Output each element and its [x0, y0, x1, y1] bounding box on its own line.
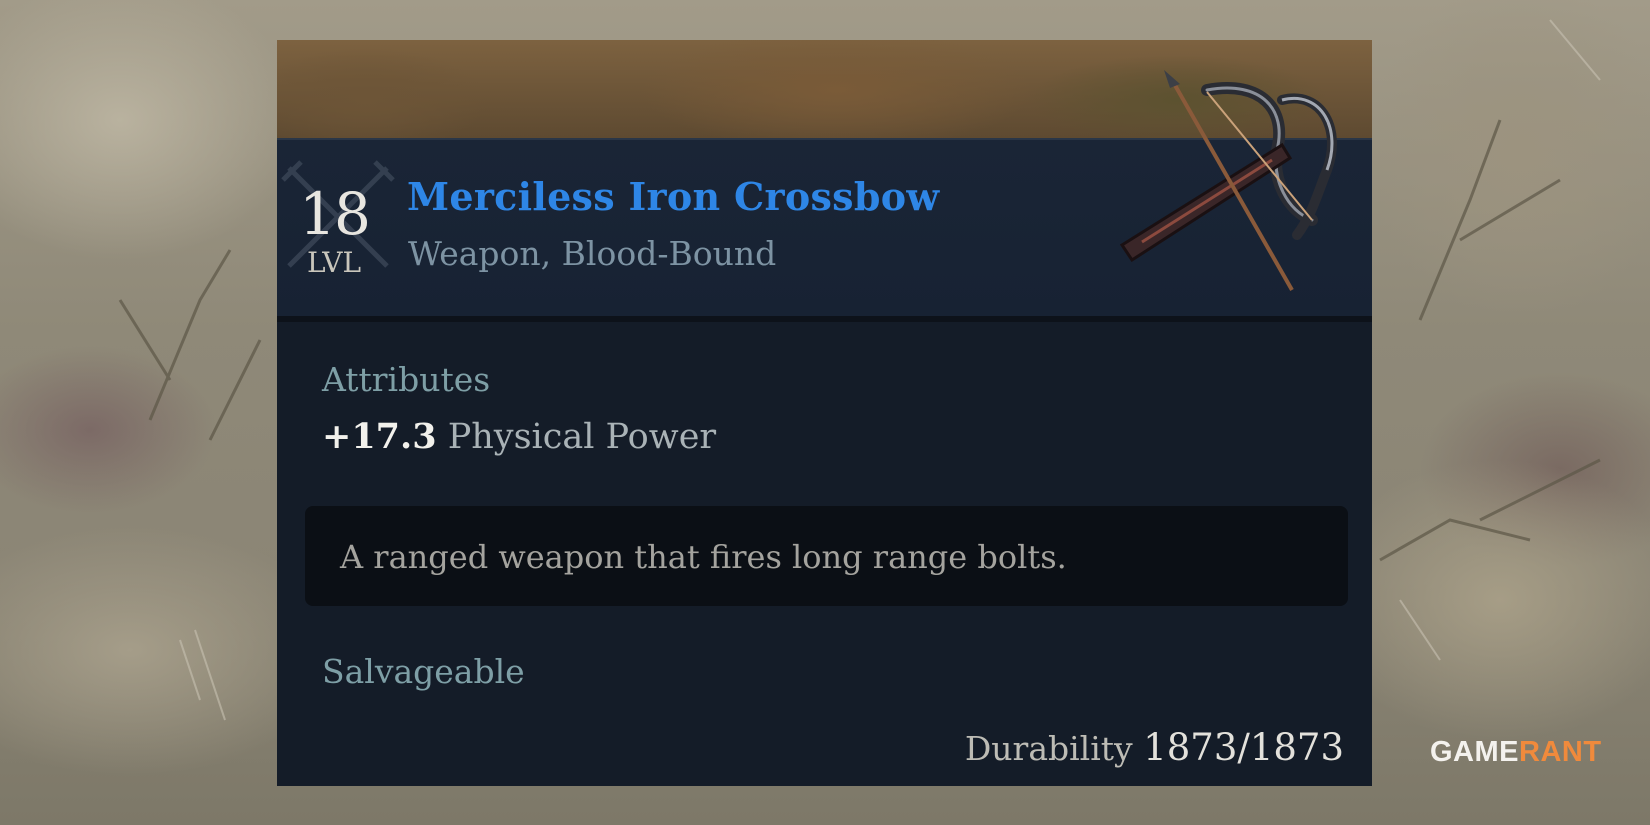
durability-value: 1873/1873: [1143, 726, 1344, 769]
item-description: A ranged weapon that fires long range bo…: [340, 538, 1067, 576]
item-name: Merciless Iron Crossbow: [407, 174, 940, 219]
durability-label: Durability: [964, 729, 1133, 768]
attributes-heading: Attributes: [322, 360, 491, 399]
watermark-game: GAME: [1430, 736, 1519, 768]
durability-row: Durability 1873/1873: [965, 726, 1344, 769]
description-box: A ranged weapon that fires long range bo…: [305, 506, 1348, 606]
tooltip-header: 18 LVL Merciless Iron Crossbow Weapon, B…: [277, 70, 1372, 316]
attribute-row: +17.3 Physical Power: [322, 416, 716, 457]
gamerant-watermark: GAMERANT: [1430, 736, 1602, 769]
item-tooltip: 18 LVL Merciless Iron Crossbow Weapon, B…: [277, 70, 1372, 786]
attribute-value: +17.3: [322, 416, 437, 457]
item-level: 18: [299, 180, 371, 248]
salvageable-label: Salvageable: [322, 652, 525, 691]
item-level-label: LVL: [306, 246, 362, 279]
crossbow-icon: [1119, 70, 1337, 291]
tooltip-body: Attributes +17.3 Physical Power A ranged…: [277, 322, 1372, 786]
attribute-label: Physical Power: [447, 417, 717, 457]
watermark-rant: RANT: [1519, 736, 1602, 768]
item-type: Weapon, Blood-Bound: [408, 234, 777, 273]
